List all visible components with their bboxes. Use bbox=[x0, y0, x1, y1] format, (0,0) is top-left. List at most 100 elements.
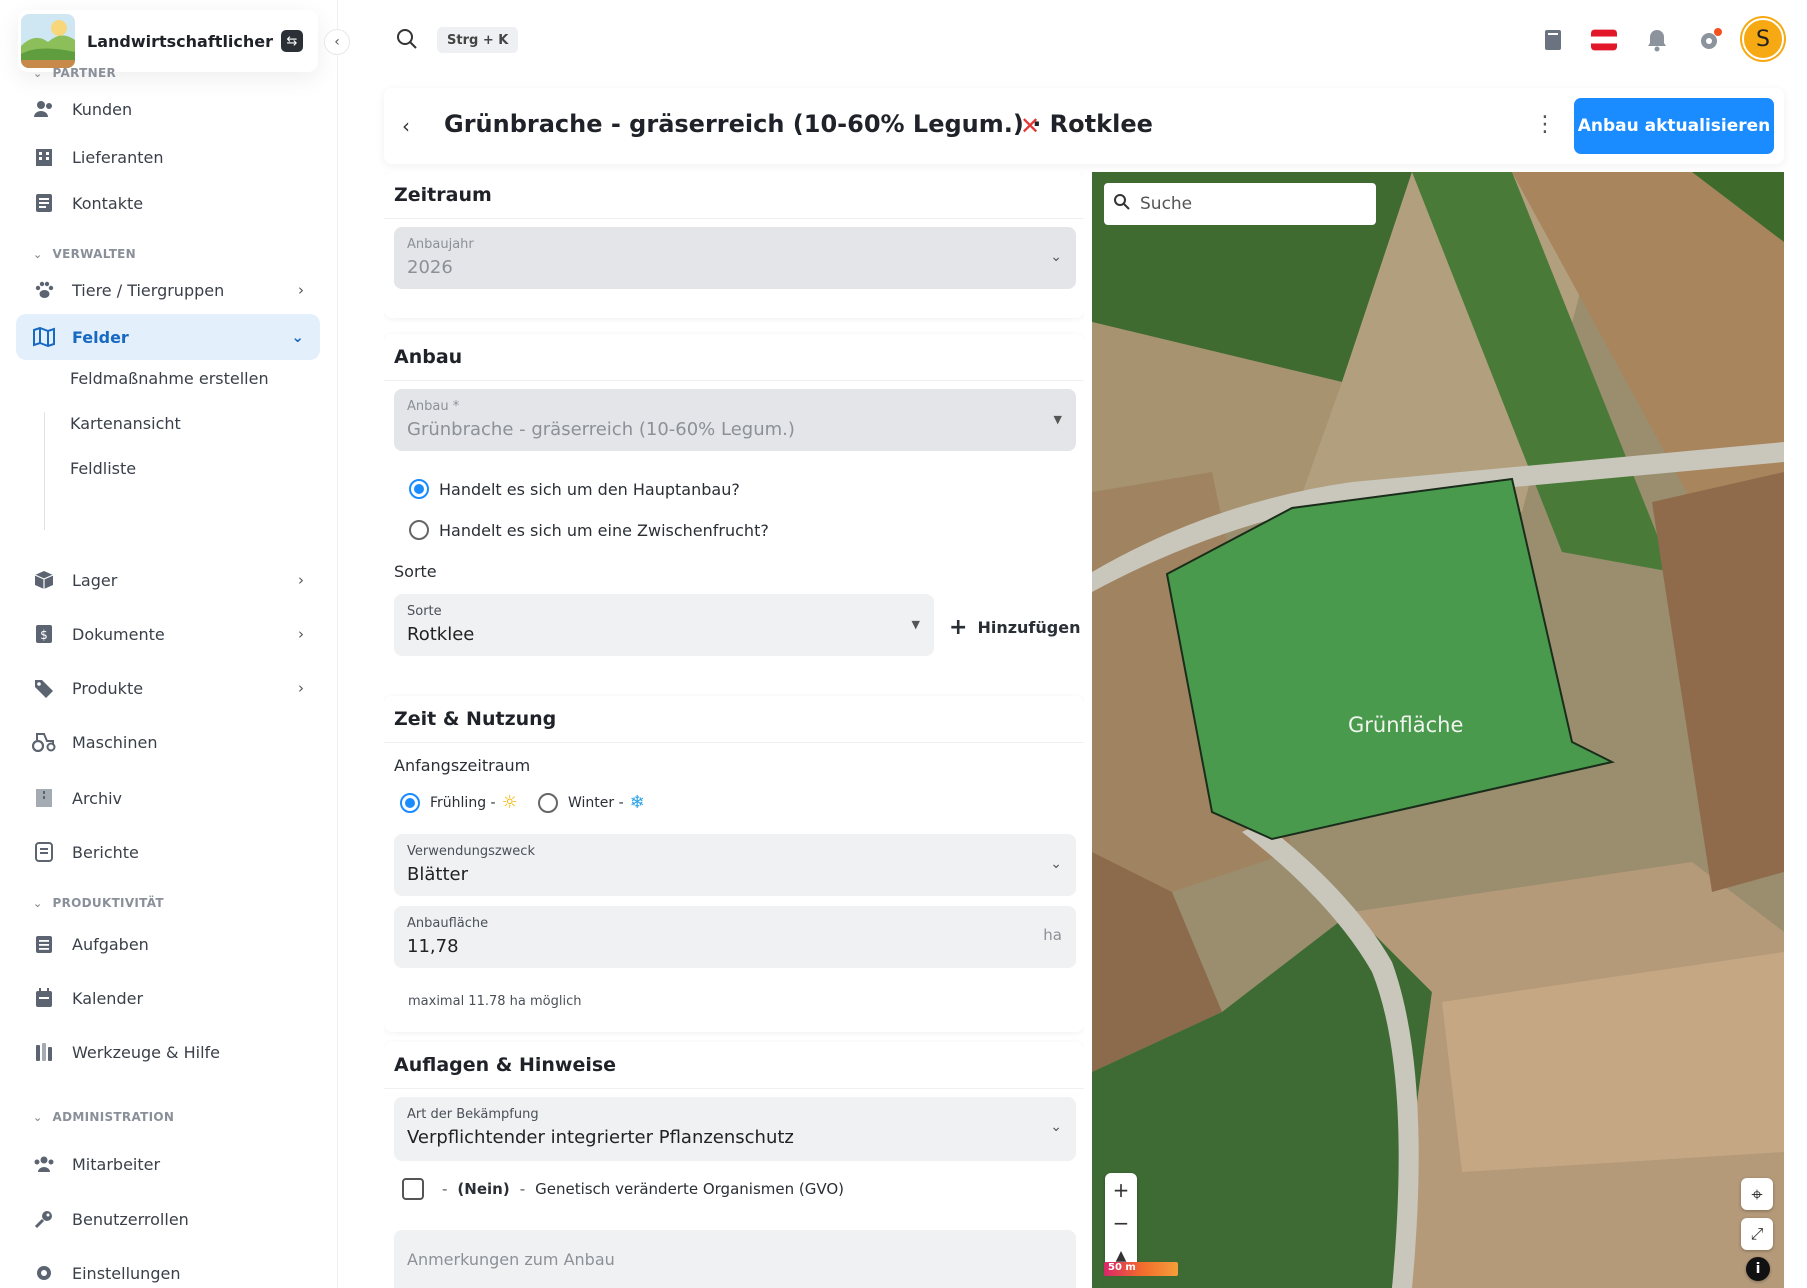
tag-icon bbox=[30, 678, 58, 698]
sidebar-item-dokumente[interactable]: $ Dokumente › bbox=[16, 611, 320, 657]
sidebar-item-label: Lieferanten bbox=[72, 147, 164, 167]
map-view[interactable]: Grünfläche Suche + − ▲ 50 m ⌖ ⤢ i bbox=[1092, 172, 1784, 1288]
separator: - bbox=[442, 1180, 448, 1198]
back-button[interactable]: ‹ bbox=[402, 114, 410, 138]
radio-unchecked-icon bbox=[538, 792, 558, 813]
archive-icon bbox=[30, 788, 58, 808]
hauptanbau-radio[interactable]: Handelt es sich um den Hauptanbau? bbox=[409, 479, 740, 499]
sorte-select[interactable]: Sorte Rotklee ▼ bbox=[394, 594, 934, 656]
field-value: Grünbrache - gräserreich (10-60% Legum.) bbox=[407, 419, 795, 440]
anfang-label: Anfangszeitraum bbox=[394, 756, 531, 775]
chevron-down-icon: ⌄ bbox=[291, 328, 304, 346]
invoice-icon: $ bbox=[30, 624, 58, 644]
section-heading: Auflagen & Hinweise bbox=[394, 1054, 617, 1076]
sidebar-item-einstellungen[interactable]: Einstellungen bbox=[16, 1250, 320, 1288]
sidebar-item-maschinen[interactable]: Maschinen bbox=[16, 719, 320, 765]
anmerkungen-textarea[interactable]: Anmerkungen zum Anbau bbox=[394, 1230, 1076, 1288]
sidebar-subitem-kartenansicht[interactable]: Kartenansicht bbox=[70, 414, 181, 433]
radio-label: Handelt es sich um eine Zwischenfrucht? bbox=[439, 520, 769, 540]
avatar[interactable]: S bbox=[1742, 18, 1784, 60]
radio-label: Handelt es sich um den Hauptanbau? bbox=[439, 479, 740, 499]
fruehling-radio[interactable]: Frühling - ☼ bbox=[400, 792, 518, 813]
add-sorte-button[interactable]: + Hinzufügen bbox=[949, 615, 1080, 640]
search-icon[interactable] bbox=[396, 28, 418, 54]
radio-checked-icon bbox=[409, 479, 429, 499]
paw-icon bbox=[30, 280, 58, 300]
sidebar-item-felder[interactable]: Felder ⌄ bbox=[16, 314, 320, 360]
chevron-down-icon: ⌄ bbox=[33, 66, 43, 80]
sidebar-item-archiv[interactable]: Archiv bbox=[16, 775, 320, 821]
field-value: Verpflichtender integrierter Pflanzensch… bbox=[407, 1127, 794, 1148]
locate-icon[interactable]: ⌖ bbox=[1741, 1178, 1773, 1210]
anbauflaeche-input[interactable]: Anbaufläche 11,78 ha bbox=[394, 906, 1076, 968]
info-icon[interactable]: i bbox=[1746, 1257, 1770, 1281]
page-title: Grünbrache - gräserreich (10-60% Legum.)… bbox=[444, 110, 1153, 138]
sidebar-subitem-feldliste[interactable]: Feldliste bbox=[70, 459, 136, 478]
sidebar-item-tiere[interactable]: Tiere / Tiergruppen › bbox=[16, 267, 320, 313]
bekaempfung-select[interactable]: Art der Bekämpfung Verpflichtender integ… bbox=[394, 1097, 1076, 1161]
section-produktivitaet[interactable]: ⌄ PRODUKTIVITÄT bbox=[33, 896, 164, 910]
sidebar-item-mitarbeiter[interactable]: Mitarbeiter bbox=[16, 1141, 320, 1187]
chevron-down-icon: ⌄ bbox=[1050, 1119, 1062, 1135]
section-partner[interactable]: ⌄ PARTNER bbox=[33, 66, 116, 80]
dropdown-arrow-icon: ▼ bbox=[1053, 413, 1062, 426]
update-button[interactable]: Anbau aktualisieren bbox=[1574, 98, 1774, 154]
section-label: VERWALTEN bbox=[52, 247, 137, 261]
section-label: PRODUKTIVITÄT bbox=[52, 896, 164, 910]
sidebar-item-label: Kunden bbox=[72, 99, 133, 119]
sidebar: Landwirtschaftlicher B... ⇆ ‹ ⌄ PARTNER K… bbox=[0, 0, 350, 1288]
sidebar-item-label: Aufgaben bbox=[72, 934, 149, 954]
sidebar-item-kalender[interactable]: Kalender bbox=[16, 975, 320, 1021]
sidebar-item-aufgaben[interactable]: Aufgaben bbox=[16, 921, 320, 967]
page-header: ‹ Grünbrache - gräserreich (10-60% Legum… bbox=[384, 88, 1784, 164]
bell-icon[interactable] bbox=[1644, 27, 1670, 53]
more-options-icon[interactable]: ⋮ bbox=[1534, 112, 1556, 137]
gvo-checkbox[interactable] bbox=[402, 1178, 424, 1200]
anbaujahr-select[interactable]: Anbaujahr 2026 ⌄ bbox=[394, 227, 1076, 289]
language-flag-icon[interactable] bbox=[1591, 27, 1617, 53]
sidebar-subitem-feldmassnahme[interactable]: Feldmaßnahme erstellen bbox=[70, 369, 269, 388]
sidebar-item-werkzeuge[interactable]: Werkzeuge & Hilfe bbox=[16, 1029, 320, 1075]
fullscreen-icon[interactable]: ⤢ bbox=[1741, 1218, 1773, 1250]
users-icon bbox=[30, 99, 58, 119]
book-icon[interactable] bbox=[1540, 27, 1566, 53]
verwendungszweck-select[interactable]: Verwendungszweck Blätter ⌄ bbox=[394, 834, 1076, 896]
field-label: Art der Bekämpfung bbox=[407, 1107, 539, 1122]
gvo-row: - (Nein) - Genetisch veränderte Organism… bbox=[402, 1178, 844, 1200]
form-panel: Zeitraum Anbaujahr 2026 ⌄ Anbau Anbau * … bbox=[384, 172, 1084, 1288]
card-nutzung: Zeit & Nutzung Anfangszeitraum Frühling … bbox=[384, 696, 1084, 1032]
zwischenfrucht-radio[interactable]: Handelt es sich um eine Zwischenfrucht? bbox=[409, 520, 769, 540]
gvo-label: Genetisch veränderte Organismen (GVO) bbox=[535, 1180, 845, 1198]
sidebar-item-benutzerrollen[interactable]: Benutzerrollen bbox=[16, 1196, 320, 1242]
radio-unchecked-icon bbox=[409, 520, 429, 540]
close-icon[interactable]: ✕ bbox=[1020, 112, 1040, 140]
sidebar-item-kunden[interactable]: Kunden bbox=[16, 86, 320, 132]
map-search-input[interactable]: Suche bbox=[1104, 183, 1376, 225]
textarea-placeholder: Anmerkungen zum Anbau bbox=[407, 1250, 615, 1269]
zoom-out-button[interactable]: − bbox=[1105, 1206, 1137, 1239]
switch-org-icon[interactable]: ⇆ bbox=[281, 30, 303, 52]
sidebar-item-label: Werkzeuge & Hilfe bbox=[72, 1042, 220, 1062]
winter-radio[interactable]: Winter - ❄ bbox=[538, 792, 645, 813]
field-value: Blätter bbox=[407, 864, 468, 885]
sidebar-item-kontakte[interactable]: Kontakte bbox=[16, 180, 320, 226]
anbau-select[interactable]: Anbau * Grünbrache - gräserreich (10-60%… bbox=[394, 389, 1076, 451]
zoom-in-button[interactable]: + bbox=[1105, 1173, 1137, 1206]
section-label: ADMINISTRATION bbox=[52, 1110, 175, 1124]
sidebar-item-lieferanten[interactable]: Lieferanten bbox=[16, 134, 320, 180]
field-value: Rotklee bbox=[407, 624, 475, 645]
section-verwalten[interactable]: ⌄ VERWALTEN bbox=[33, 247, 136, 261]
section-administration[interactable]: ⌄ ADMINISTRATION bbox=[33, 1110, 174, 1124]
settings-icon[interactable] bbox=[1697, 27, 1723, 53]
sidebar-item-produkte[interactable]: Produkte › bbox=[16, 665, 320, 711]
sidebar-item-lager[interactable]: Lager › bbox=[16, 557, 320, 603]
sorte-heading: Sorte bbox=[394, 562, 437, 581]
field-value: 2026 bbox=[407, 257, 453, 278]
field-label: Grünfläche bbox=[1348, 713, 1464, 737]
search-icon bbox=[1114, 193, 1130, 215]
collapse-sidebar-button[interactable]: ‹ bbox=[324, 29, 350, 55]
tractor-icon bbox=[30, 732, 58, 752]
sidebar-item-berichte[interactable]: Berichte bbox=[16, 829, 320, 875]
org-switcher[interactable]: Landwirtschaftlicher B... ⇆ bbox=[18, 10, 318, 72]
map-icon bbox=[30, 327, 58, 347]
